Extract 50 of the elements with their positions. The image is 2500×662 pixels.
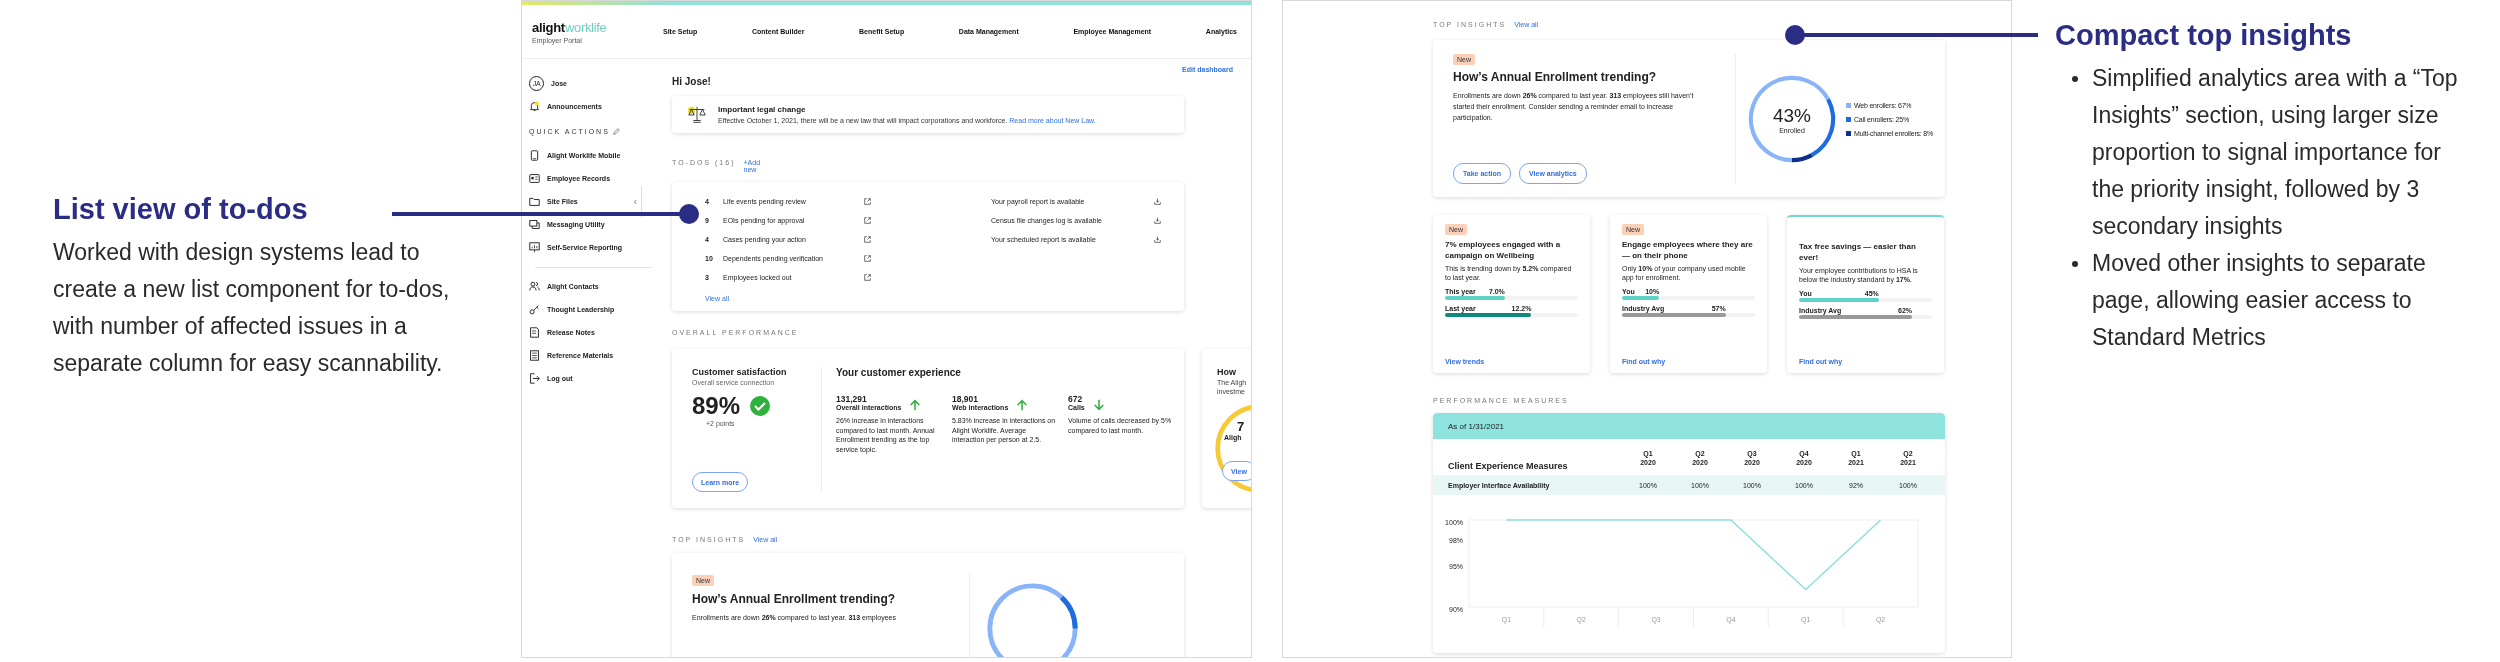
- logout-icon[interactable]: [529, 373, 540, 384]
- chat-icon[interactable]: [529, 219, 540, 230]
- external-link-icon[interactable]: [864, 236, 871, 243]
- insight-title: How’s Annual Enrollment trending?: [1453, 70, 1657, 84]
- bullet-text: Simplified analytics area with a “Top Insights” section, using larger size proportion to signal importance for the priority insight, followed by 3 secondary insights: [2092, 64, 2459, 241]
- date-label: As of 1/31/2021: [1448, 421, 1505, 431]
- download-icon[interactable]: [1154, 236, 1161, 243]
- annotation-title: List view of to-dos: [53, 192, 309, 226]
- alert-title: Important legal change: [718, 104, 807, 114]
- metric-value: 672: [1068, 394, 1084, 404]
- external-link-icon[interactable]: [864, 255, 871, 262]
- id-card-icon[interactable]: [529, 173, 540, 184]
- bell-icon[interactable]: [529, 101, 540, 112]
- insight-title: Engage employees where they are — on their phone: [1622, 239, 1754, 261]
- bullet-text: Moved other insights to separate page, allowing easier access to Standard Metrics: [2092, 249, 2427, 352]
- download-icon[interactable]: [1154, 217, 1161, 224]
- folder-icon[interactable]: [529, 196, 540, 207]
- annotation-text: Worked with design systems lead to create a new list component for to-dos, with number of affected issues in a separate column for easy scannability.: [53, 238, 451, 378]
- ring-value: 7: [1237, 419, 1246, 434]
- annotation-title: Compact top insights: [2055, 18, 2353, 52]
- download-icon[interactable]: [1154, 198, 1161, 205]
- people-icon[interactable]: [529, 281, 540, 292]
- logo-text: worklife: [564, 19, 607, 35]
- external-link-icon[interactable]: [864, 198, 871, 205]
- chart-icon[interactable]: [529, 242, 540, 253]
- card-title: How: [1217, 367, 1237, 377]
- external-link-icon[interactable]: [864, 217, 871, 224]
- phone-icon[interactable]: [529, 150, 540, 161]
- collapse-handle[interactable]: [633, 186, 642, 217]
- document-icon[interactable]: [529, 327, 540, 338]
- score-value: 89%: [692, 392, 741, 420]
- donut-value: 43%: [1773, 104, 1811, 127]
- metric-value: 18,901: [952, 394, 979, 404]
- logo-text: alight: [532, 19, 565, 35]
- insight-title: How’s Annual Enrollment trending?: [692, 592, 897, 606]
- card-title: Your customer experience: [836, 367, 962, 378]
- table-title: Client Experience Measures: [1448, 461, 1569, 471]
- check-icon: [750, 396, 771, 416]
- list-document-icon[interactable]: [529, 350, 540, 361]
- card-title: Customer satisfaction: [692, 367, 787, 377]
- greeting: Hi Jose!: [672, 76, 711, 87]
- chevron-icon: [633, 198, 637, 205]
- bullet-icon: [2072, 76, 2078, 82]
- bullet-icon: [2072, 261, 2078, 267]
- pencil-icon[interactable]: [612, 127, 620, 135]
- insight-title: 7% employees engaged with a campaign on Wellbeing: [1445, 239, 1562, 261]
- key-icon[interactable]: [529, 304, 540, 315]
- external-link-icon[interactable]: [864, 274, 871, 281]
- insight-title: Tax free savings — easier than ever!: [1799, 241, 1917, 263]
- metric-value: 131,291: [836, 394, 868, 404]
